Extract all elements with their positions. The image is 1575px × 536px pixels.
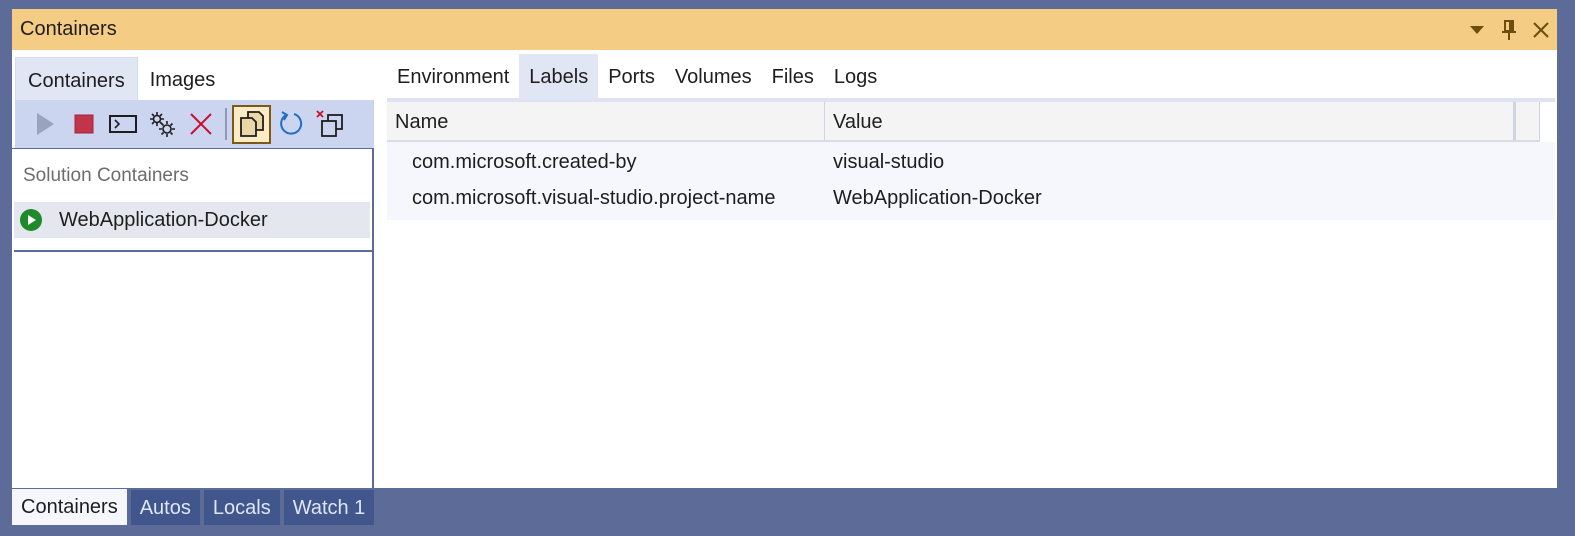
tab-ports[interactable]: Ports bbox=[598, 54, 665, 98]
bottom-tab-autos[interactable]: Autos bbox=[130, 490, 200, 525]
stop-button[interactable] bbox=[64, 105, 103, 144]
labels-grid: Name Value com.microsoft.created-by visu… bbox=[387, 102, 1555, 220]
refresh-icon bbox=[279, 111, 302, 135]
tab-labels[interactable]: Labels bbox=[519, 54, 599, 98]
prune-icon bbox=[315, 110, 343, 137]
bottom-tool-tabs: Containers Autos Locals Watch 1 bbox=[12, 489, 375, 525]
start-button[interactable] bbox=[25, 105, 64, 144]
copy-files-icon bbox=[239, 111, 264, 137]
title-bar: Containers bbox=[12, 9, 1557, 50]
column-header-value[interactable]: Value bbox=[825, 102, 1516, 140]
window-dropdown-button[interactable] bbox=[1461, 14, 1493, 46]
open-terminal-button[interactable] bbox=[103, 105, 142, 144]
close-icon bbox=[1533, 21, 1549, 38]
stop-icon bbox=[74, 114, 93, 134]
containers-tool-window: Containers Containers Images Solution Co… bbox=[12, 9, 1557, 488]
close-button[interactable] bbox=[1525, 14, 1557, 46]
tab-logs[interactable]: Logs bbox=[824, 54, 887, 98]
tree-item-container[interactable]: WebApplication-Docker bbox=[14, 202, 370, 238]
details-tab-strip: Environment Labels Ports Volumes Files L… bbox=[387, 54, 887, 98]
remove-icon bbox=[189, 113, 212, 135]
tree-divider bbox=[14, 250, 372, 252]
label-name-cell: com.microsoft.created-by bbox=[412, 150, 637, 173]
settings-icon bbox=[149, 112, 175, 137]
left-tab-strip: Containers Images bbox=[15, 57, 227, 100]
tree-group-solution-containers: Solution Containers bbox=[23, 165, 189, 186]
terminal-icon bbox=[108, 115, 137, 133]
containers-tree: Solution Containers WebApplication-Docke… bbox=[12, 148, 374, 488]
window-title: Containers bbox=[20, 18, 117, 40]
running-status-icon bbox=[20, 209, 42, 231]
settings-button[interactable] bbox=[142, 105, 181, 144]
bottom-tab-watch-1[interactable]: Watch 1 bbox=[283, 490, 375, 525]
tab-containers[interactable]: Containers bbox=[15, 57, 138, 100]
grid-body: com.microsoft.created-by visual-studio c… bbox=[387, 142, 1555, 220]
copy-files-toggle[interactable] bbox=[232, 104, 271, 144]
containers-toolbar bbox=[15, 100, 374, 148]
table-row[interactable]: com.microsoft.visual-studio.project-name… bbox=[387, 180, 1555, 216]
refresh-button[interactable] bbox=[271, 105, 310, 144]
tab-volumes[interactable]: Volumes bbox=[665, 54, 762, 98]
pin-icon bbox=[1502, 19, 1516, 40]
tab-environment[interactable]: Environment bbox=[387, 54, 519, 98]
containers-list-pane: Containers Images Solution Containers We… bbox=[12, 50, 374, 488]
container-name: WebApplication-Docker bbox=[59, 208, 268, 231]
label-name-cell: com.microsoft.visual-studio.project-name bbox=[412, 186, 776, 209]
prune-button[interactable] bbox=[310, 105, 349, 144]
toolbar-separator bbox=[225, 108, 227, 140]
label-value-cell: WebApplication-Docker bbox=[833, 186, 1042, 209]
remove-button[interactable] bbox=[181, 105, 220, 144]
tab-images[interactable]: Images bbox=[138, 57, 228, 100]
dropdown-arrow-icon bbox=[1470, 25, 1484, 34]
container-details-pane: Environment Labels Ports Volumes Files L… bbox=[385, 50, 1557, 488]
grid-header: Name Value bbox=[387, 102, 1540, 142]
table-row[interactable]: com.microsoft.created-by visual-studio bbox=[387, 144, 1555, 180]
bottom-tab-locals[interactable]: Locals bbox=[203, 490, 280, 525]
label-value-cell: visual-studio bbox=[833, 150, 945, 173]
column-header-name[interactable]: Name bbox=[387, 102, 825, 140]
tab-files[interactable]: Files bbox=[762, 54, 824, 98]
bottom-tab-containers[interactable]: Containers bbox=[12, 489, 127, 525]
pin-button[interactable] bbox=[1493, 14, 1525, 46]
start-icon bbox=[36, 113, 54, 135]
column-header-filler bbox=[1516, 102, 1540, 140]
